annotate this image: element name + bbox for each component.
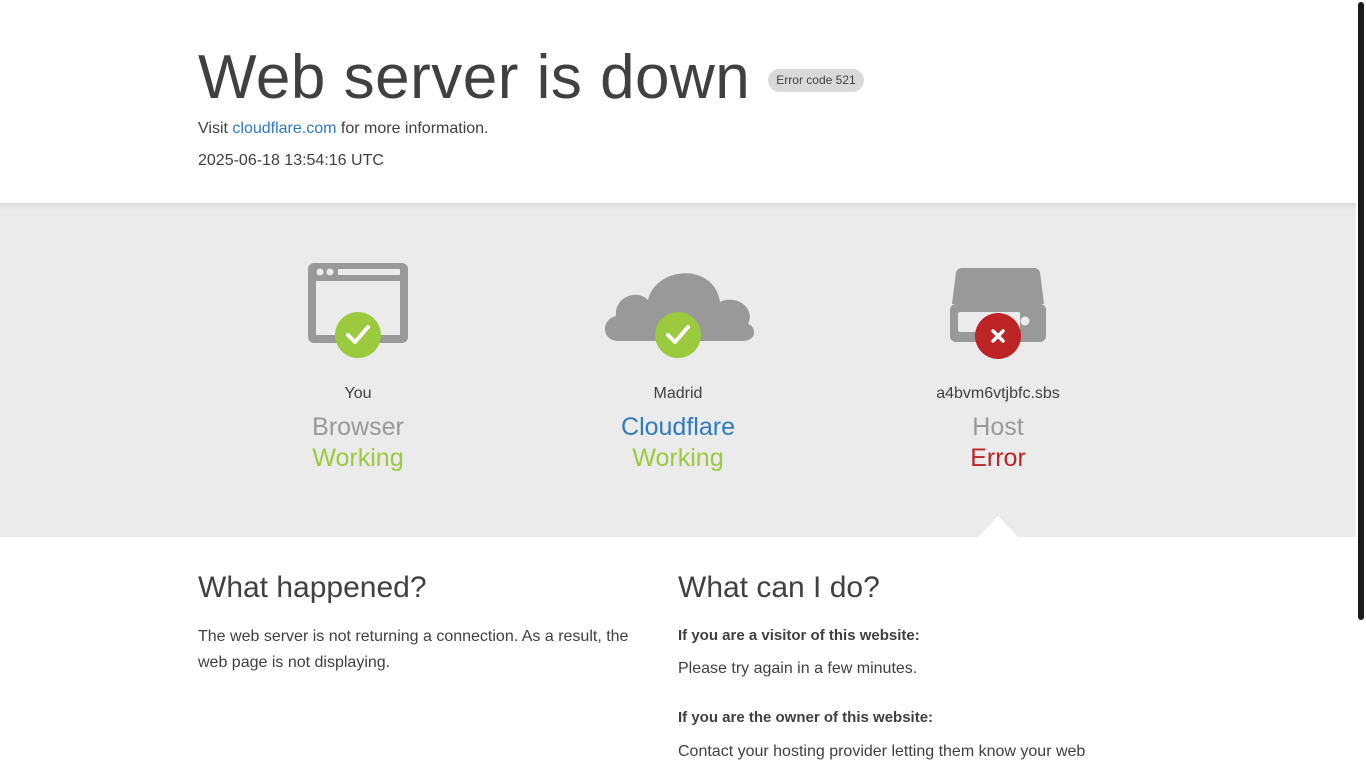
- scrollbar[interactable]: [1356, 0, 1366, 768]
- cloudflare-link[interactable]: cloudflare.com: [232, 120, 336, 137]
- content-section: What happened? The web server is not ret…: [0, 537, 1356, 768]
- error-code-badge: Error code 521: [768, 68, 864, 92]
- status-column-host: a4bvm6vtjbfc.sbs Host Error: [838, 203, 1158, 537]
- owner-heading: If you are the owner of this website:: [678, 709, 934, 726]
- status-band: You Browser Working Madrid Cloudflare Wo…: [0, 203, 1356, 537]
- browser-name: Browser: [312, 413, 404, 441]
- owner-body: Contact your hosting provider letting th…: [678, 743, 1086, 760]
- cloudflare-status: Working: [632, 444, 724, 472]
- host-location: a4bvm6vtjbfc.sbs: [936, 385, 1060, 402]
- page-title: Web server is down: [198, 43, 751, 112]
- cloudflare-name-link[interactable]: Cloudflare: [518, 413, 838, 442]
- host-name: Host: [972, 413, 1024, 441]
- visitor-heading: If you are a visitor of this website:: [678, 627, 920, 644]
- server-icon: [838, 258, 1158, 368]
- browser-icon: [198, 258, 518, 368]
- selected-column-pointer: [978, 516, 1018, 537]
- cloud-icon: [518, 258, 838, 368]
- title-row: Web server is down Error code 521: [198, 42, 864, 114]
- scrollbar-thumb[interactable]: [1358, 2, 1364, 620]
- host-status: Error: [970, 444, 1026, 472]
- status-column-browser: You Browser Working: [198, 203, 518, 537]
- what-can-i-do-heading: What can I do?: [678, 571, 880, 604]
- browser-location: You: [344, 385, 372, 402]
- visit-prefix: Visit: [198, 120, 228, 137]
- browser-status: Working: [312, 444, 404, 472]
- visit-suffix: for more information.: [340, 120, 489, 137]
- what-happened-heading: What happened?: [198, 571, 427, 604]
- status-column-cloudflare: Madrid Cloudflare Working: [518, 203, 838, 537]
- cloudflare-location: Madrid: [653, 385, 703, 402]
- timestamp: 2025-06-18 13:54:16 UTC: [198, 152, 384, 169]
- visitor-body: Please try again in a few minutes.: [678, 660, 918, 677]
- header: Web server is down Error code 521 Visit …: [0, 0, 1356, 203]
- what-happened-body: The web server is not returning a connec…: [198, 628, 629, 671]
- visit-line: Visit cloudflare.com for more informatio…: [198, 120, 489, 138]
